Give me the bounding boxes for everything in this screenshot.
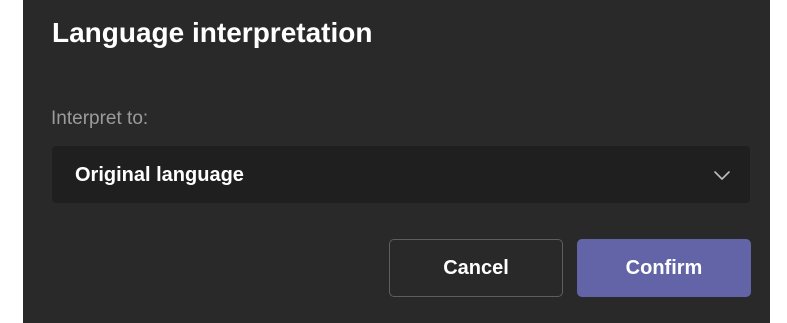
interpret-to-dropdown[interactable]: Original language: [52, 146, 750, 203]
chevron-down-icon: [712, 165, 732, 185]
cancel-button[interactable]: Cancel: [389, 239, 563, 297]
dialog-title: Language interpretation: [52, 17, 373, 48]
confirm-button[interactable]: Confirm: [577, 239, 751, 297]
interpret-to-label: Interpret to:: [51, 108, 149, 129]
selected-language: Original language: [75, 164, 244, 186]
language-interpretation-dialog: Language interpretation Interpret to: Or…: [23, 0, 770, 323]
